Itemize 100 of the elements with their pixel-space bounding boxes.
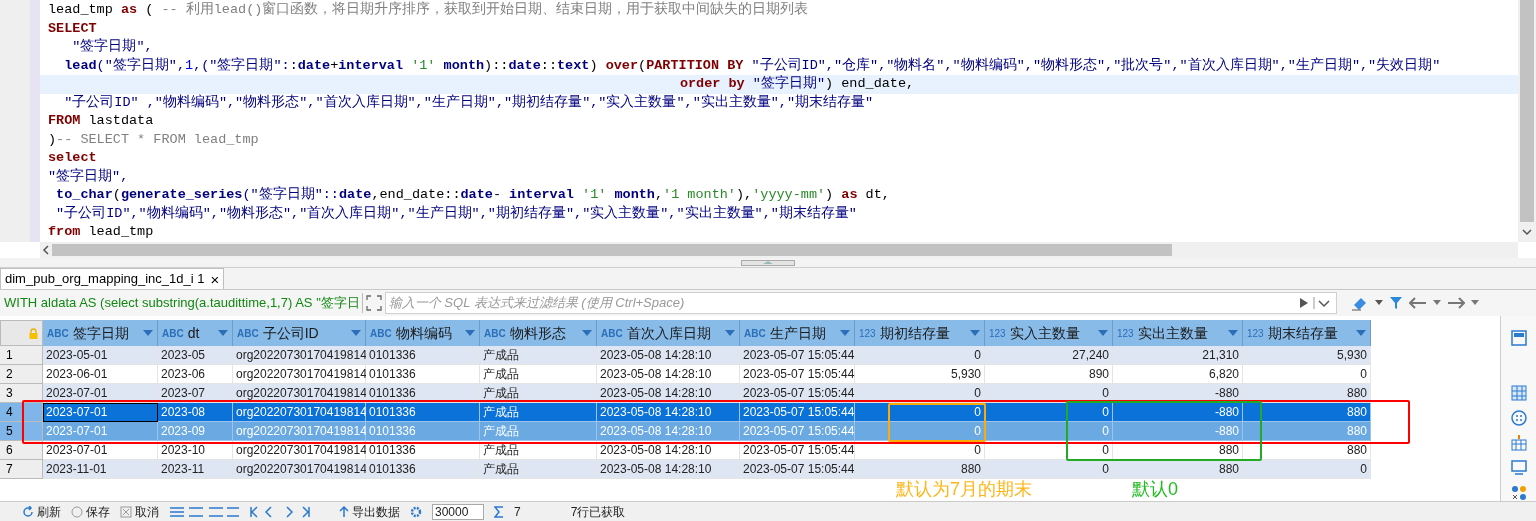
type-label: 123 (1117, 326, 1134, 341)
table-cell: 2023-11-01 (43, 460, 158, 479)
table-cell: 0 (1243, 365, 1371, 384)
column-header[interactable]: ABC 子公司ID (233, 320, 366, 346)
table-cell: 2023-05-08 14:28:10 (597, 422, 740, 441)
table-cell: 0 (855, 422, 985, 441)
fetch-size-input[interactable]: 30000 (432, 503, 484, 520)
eraser-icon[interactable] (1350, 295, 1369, 311)
column-header[interactable]: 123 实出主数量 (1113, 320, 1243, 346)
code-line: "签字日期", (47, 167, 130, 186)
close-icon[interactable]: × (210, 271, 220, 287)
type-label: ABC (47, 326, 69, 341)
scrollbar-thumb[interactable] (52, 244, 1172, 256)
column-title: 首次入库日期 (626, 323, 712, 343)
row-number[interactable]: 7 (0, 460, 43, 479)
code-line: SELECT (47, 19, 98, 38)
dropdown-icon[interactable] (1312, 297, 1333, 309)
table-cell: 2023-05-07 15:05:44 (740, 460, 855, 479)
shapes-icon[interactable] (1510, 485, 1527, 501)
type-label: ABC (744, 326, 766, 341)
sort-caret-icon[interactable] (582, 330, 592, 336)
table-cell: 2023-08 (158, 403, 233, 422)
sort-caret-icon[interactable] (725, 330, 735, 336)
column-header[interactable]: ABC 物料编码 (366, 320, 480, 346)
table-cell: 0 (1243, 460, 1371, 479)
sort-caret-icon[interactable] (1098, 330, 1108, 336)
refresh-icon[interactable] (22, 505, 34, 518)
status-text: 7行已获取 (570, 503, 626, 521)
save-button[interactable]: 保存 (71, 502, 110, 521)
column-header[interactable]: ABC 物料形态 (480, 320, 597, 346)
filter-icon[interactable] (1388, 296, 1403, 310)
align-icon[interactable] (169, 505, 239, 518)
column-header[interactable]: ABC 首次入库日期 (597, 320, 740, 346)
grid-icon[interactable] (1510, 385, 1527, 401)
play-icon[interactable] (1298, 297, 1309, 309)
column-header[interactable]: 123 期初结存量 (855, 320, 985, 346)
table-cell: 2023-05-08 14:28:10 (597, 346, 740, 365)
table-cell: 0101336 (366, 460, 480, 479)
table-cell: 0101336 (366, 422, 480, 441)
table-cell: 2023-05-07 15:05:44 (740, 403, 855, 422)
code-line: "子公司ID" ,"物料编码","物料形态","首次入库日期","生产日期","期初结存量","实入主数量","实出主数量","期末结存量" (63, 93, 875, 112)
column-title: 实出主数量 (1137, 323, 1209, 343)
upload-icon[interactable] (339, 505, 349, 518)
result-tab[interactable]: dim_pub_org_mapping_inc_1d_i 1 × (0, 268, 225, 289)
row-number[interactable]: 4 (0, 403, 43, 422)
table-cell: 6,820 (1113, 365, 1243, 384)
sort-caret-icon[interactable] (970, 330, 980, 336)
table-cell: 0101336 (366, 403, 480, 422)
table-cell: 2023-06-01 (43, 365, 158, 384)
cancel-icon[interactable] (120, 505, 132, 518)
column-header[interactable]: ABC 生产日期 (740, 320, 855, 346)
row-count: 7 (514, 503, 521, 521)
cancel-button[interactable]: 取消 (120, 502, 159, 521)
row-number[interactable]: 6 (0, 441, 43, 460)
table-cell: 880 (855, 460, 985, 479)
caret-icon[interactable] (1470, 300, 1479, 306)
table-cell: 2023-09 (158, 422, 233, 441)
sort-caret-icon[interactable] (143, 330, 153, 336)
code-line: )-- SELECT * FROM lead_tmp (47, 130, 260, 149)
table-cell: 0 (985, 422, 1113, 441)
circle-dots-icon[interactable] (1510, 410, 1527, 426)
column-header[interactable]: 123 期末结存量 (1243, 320, 1371, 346)
column-header[interactable]: 123 实入主数量 (985, 320, 1113, 346)
chevron-down-icon[interactable] (1521, 226, 1533, 238)
row-number[interactable]: 1 (0, 346, 43, 365)
row-number[interactable]: 3 (0, 384, 43, 403)
caret-icon[interactable] (1432, 300, 1441, 306)
table-cell: 2023-05-01 (43, 346, 158, 365)
splitter-handle-icon[interactable] (741, 259, 795, 266)
table-icon[interactable] (1510, 435, 1527, 451)
sort-caret-icon[interactable] (218, 330, 228, 336)
arrow-left-icon[interactable] (1408, 297, 1427, 309)
caret-icon[interactable] (1374, 300, 1383, 306)
column-title: 物料形态 (509, 323, 567, 343)
row-number[interactable]: 2 (0, 365, 43, 384)
scrollbar-thumb[interactable] (1520, 0, 1534, 222)
type-label: 123 (859, 326, 876, 341)
save-icon[interactable] (71, 505, 83, 518)
sort-caret-icon[interactable] (465, 330, 475, 336)
column-title: 签字日期 (72, 323, 130, 343)
panel-icon[interactable] (1510, 330, 1527, 346)
table-cell: 0 (985, 460, 1113, 479)
sort-caret-icon[interactable] (840, 330, 850, 336)
lock-icon[interactable] (29, 327, 38, 339)
export-button[interactable]: 导出数据 (339, 502, 400, 521)
refresh-button[interactable]: 刷新 (22, 502, 61, 521)
column-header[interactable]: ABC dt (158, 320, 233, 346)
expand-icon[interactable] (365, 295, 382, 311)
column-title: 期初结存量 (879, 323, 951, 343)
sort-caret-icon[interactable] (1228, 330, 1238, 336)
window-icon[interactable] (1510, 460, 1527, 476)
sort-caret-icon[interactable] (1356, 330, 1366, 336)
sigma-icon[interactable] (494, 505, 504, 518)
table-cell: 产成品 (480, 403, 597, 422)
type-label: ABC (484, 326, 506, 341)
arrow-right-icon[interactable] (1446, 297, 1465, 309)
column-header[interactable]: ABC 签字日期 (43, 320, 158, 346)
chevron-left-icon[interactable] (40, 244, 52, 256)
row-number[interactable]: 5 (0, 422, 43, 441)
sort-caret-icon[interactable] (351, 330, 361, 336)
